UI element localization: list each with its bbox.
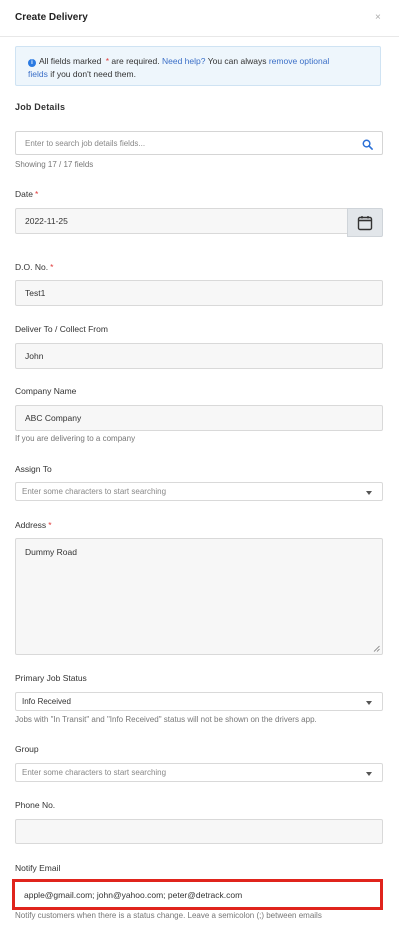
notify-email-help: Notify customers when there is a status … <box>15 911 322 920</box>
close-icon[interactable]: × <box>375 12 381 23</box>
phone-input[interactable] <box>15 819 383 844</box>
company-name-input[interactable]: ABC Company <box>15 405 383 431</box>
field-search-input[interactable]: Enter to search job details fields... <box>15 131 383 155</box>
address-label: Address * <box>15 520 52 530</box>
primary-status-select[interactable]: Info Received <box>15 692 383 711</box>
primary-status-help: Jobs with "In Transit" and "Info Receive… <box>15 715 317 724</box>
modal-header: Create Delivery × <box>0 0 399 37</box>
search-placeholder: Enter to search job details fields... <box>25 138 146 148</box>
search-icon[interactable] <box>362 139 373 150</box>
resize-handle-icon[interactable] <box>373 645 380 652</box>
company-name-label: Company Name <box>15 386 77 396</box>
address-value: Dummy Road <box>25 547 77 557</box>
notify-email-highlight: apple@gmail.com; john@yahoo.com; peter@d… <box>12 879 383 910</box>
assign-to-select[interactable]: Enter some characters to start searching <box>15 482 383 501</box>
company-help: If you are delivering to a company <box>15 434 136 443</box>
notice-text: if you don't need them. <box>50 69 136 79</box>
chevron-down-icon <box>366 772 372 776</box>
group-placeholder: Enter some characters to start searching <box>22 768 167 777</box>
address-textarea[interactable]: Dummy Road <box>15 538 383 655</box>
date-label: Date * <box>15 189 39 199</box>
notice-text: are required. <box>111 56 160 66</box>
section-title: Job Details <box>15 102 66 112</box>
phone-label: Phone No. <box>15 800 56 810</box>
deliver-to-input[interactable]: John <box>15 343 383 369</box>
remove-optional-link[interactable]: remove optional <box>269 56 329 66</box>
modal-title: Create Delivery <box>15 12 88 23</box>
remove-optional-link[interactable]: fields <box>28 69 48 79</box>
notice-text: All fields marked <box>39 56 102 66</box>
required-asterisk: * <box>105 56 110 66</box>
notice-text: You can always <box>207 56 267 66</box>
primary-status-value: Info Received <box>22 697 71 706</box>
calendar-icon <box>357 215 373 230</box>
chevron-down-icon <box>366 491 372 495</box>
primary-status-label: Primary Job Status <box>15 673 87 683</box>
notify-email-label: Notify Email <box>15 863 61 873</box>
assign-to-placeholder: Enter some characters to start searching <box>22 487 167 496</box>
deliver-to-label: Deliver To / Collect From <box>15 324 108 334</box>
group-select[interactable]: Enter some characters to start searching <box>15 763 383 782</box>
date-input[interactable]: 2022-11-25 <box>15 208 349 234</box>
group-label: Group <box>15 744 39 754</box>
do-no-label: D.O. No. * <box>15 262 54 272</box>
info-icon: i <box>28 59 36 67</box>
chevron-down-icon <box>366 701 372 705</box>
required-fields-notice: i All fields marked * are required. Need … <box>15 46 381 86</box>
notify-email-input[interactable]: apple@gmail.com; john@yahoo.com; peter@d… <box>15 882 380 907</box>
calendar-button[interactable] <box>347 208 383 237</box>
do-no-input[interactable]: Test1 <box>15 280 383 306</box>
fields-count: Showing 17 / 17 fields <box>15 160 94 169</box>
assign-to-label: Assign To <box>15 464 52 474</box>
need-help-link[interactable]: Need help? <box>162 56 205 66</box>
